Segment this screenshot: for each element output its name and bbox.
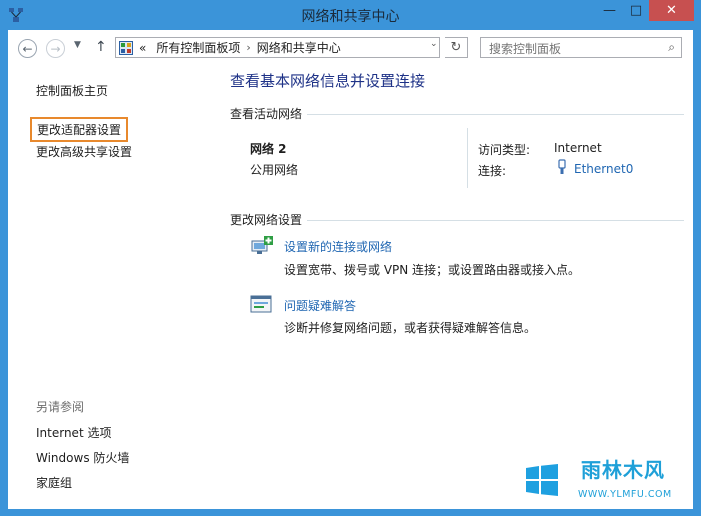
connections-label: 连接: — [478, 164, 507, 178]
setup-connection-link[interactable]: 设置新的连接或网络 — [284, 238, 392, 255]
minimize-button[interactable]: — — [596, 0, 623, 21]
ethernet-icon — [558, 159, 566, 174]
refresh-button[interactable]: ↻ — [445, 37, 468, 58]
search-input[interactable] — [481, 38, 661, 59]
watermark-url: WWW.YLMFU.COM — [578, 489, 672, 500]
section-divider — [307, 114, 684, 115]
watermark-text: 雨林木风 — [581, 458, 665, 482]
troubleshoot-description: 诊断并修复网络问题，或者获得疑难解答信息。 — [284, 321, 537, 335]
network-name: 网络 2 — [250, 142, 287, 156]
setup-connection-description: 设置宽带、拨号或 VPN 连接；或设置路由器或接入点。 — [284, 263, 581, 277]
maximize-button[interactable]: □ — [623, 0, 649, 21]
up-button[interactable]: ↑ — [95, 39, 107, 55]
active-networks-heading: 查看活动网络 — [230, 107, 303, 121]
address-dropdown-icon[interactable]: ⌄ — [430, 39, 438, 49]
client-area: ← → ▼ ↑ « 所有控制面板项 › 网络和共享中心 ⌄ ↻ 搜索控制面板 ⌕… — [8, 30, 693, 509]
search-box[interactable]: ⌕ — [480, 37, 682, 59]
access-type-value: Internet — [554, 141, 602, 155]
page-title: 查看基本网络信息并设置连接 — [230, 72, 426, 90]
sidebar-link-advanced-sharing[interactable]: 更改高级共享设置 — [36, 143, 132, 160]
section-divider — [307, 220, 684, 221]
breadcrumb-overflow[interactable]: « — [139, 41, 146, 55]
ethernet-connection-link[interactable]: Ethernet0 — [574, 162, 633, 176]
breadcrumb-all-items[interactable]: 所有控制面板项 — [156, 39, 240, 56]
windows-logo-icon — [526, 464, 558, 496]
window: 网络和共享中心 — □ ✕ ← → ▼ ↑ « 所有控制面板项 › 网络和共享中… — [0, 0, 701, 516]
sidebar-link-home[interactable]: 控制面板主页 — [36, 82, 108, 99]
vertical-divider — [467, 128, 468, 188]
main-content: 查看基本网络信息并设置连接 查看活动网络 网络 2 公用网络 访问类型: Int… — [230, 66, 693, 509]
breadcrumb-separator-icon[interactable]: › — [246, 41, 250, 54]
see-also-heading: 另请参阅 — [36, 400, 85, 414]
troubleshoot-link[interactable]: 问题疑难解答 — [284, 297, 356, 314]
sidebar-link-adapter-settings[interactable]: 更改适配器设置 — [30, 117, 129, 142]
sidebar-link-internet-options[interactable]: Internet 选项 — [36, 424, 111, 441]
control-panel-icon — [119, 40, 133, 55]
address-toolbar: ← → ▼ ↑ « 所有控制面板项 › 网络和共享中心 ⌄ ↻ 搜索控制面板 ⌕ — [8, 30, 693, 66]
sidebar-link-homegroup[interactable]: 家庭组 — [36, 474, 72, 491]
sidebar: 控制面板主页 更改适配器设置 更改高级共享设置 另请参阅 Internet 选项… — [8, 66, 216, 509]
breadcrumb-current[interactable]: 网络和共享中心 — [257, 39, 341, 56]
forward-button[interactable]: → — [46, 39, 65, 58]
title-bar[interactable]: 网络和共享中心 — □ ✕ — [0, 0, 701, 30]
sidebar-link-firewall[interactable]: Windows 防火墙 — [36, 449, 129, 466]
access-type-label: 访问类型: — [478, 143, 531, 157]
search-icon[interactable]: ⌕ — [668, 40, 675, 55]
change-settings-heading: 更改网络设置 — [230, 213, 303, 227]
close-button[interactable]: ✕ — [649, 0, 694, 21]
new-connection-icon — [251, 236, 273, 254]
address-bar[interactable]: « 所有控制面板项 › 网络和共享中心 — [115, 37, 440, 58]
back-button[interactable]: ← — [18, 39, 37, 58]
recent-locations-dropdown-icon[interactable]: ▼ — [74, 40, 81, 50]
troubleshoot-icon — [250, 295, 272, 313]
network-profile: 公用网络 — [250, 163, 299, 177]
